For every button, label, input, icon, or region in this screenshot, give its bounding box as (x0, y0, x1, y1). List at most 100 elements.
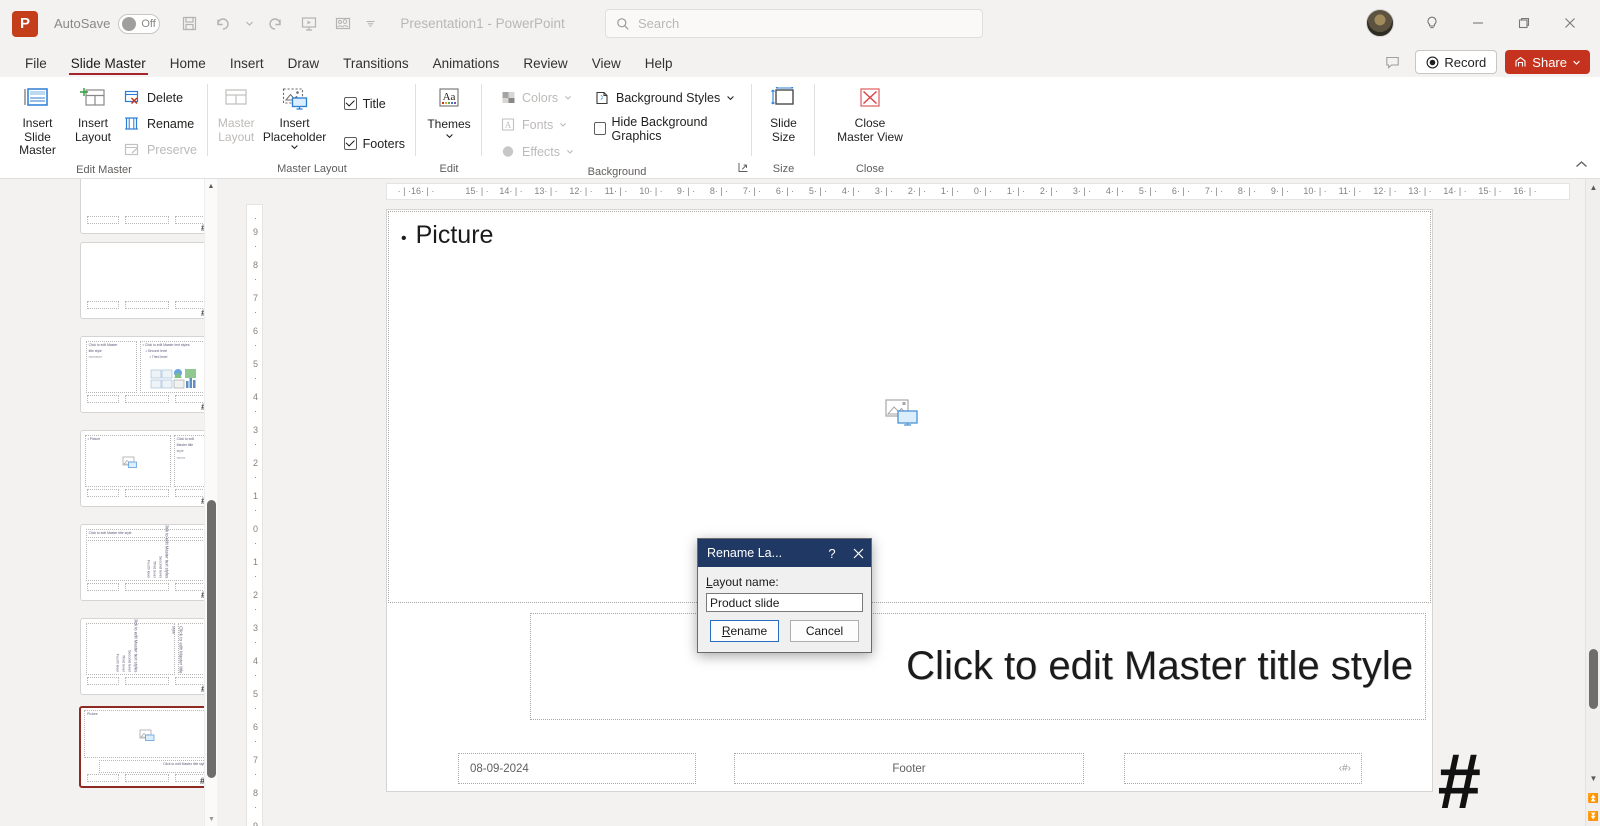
tab-review[interactable]: Review (512, 53, 578, 77)
list-item[interactable]: Picture Click to edit Master title style… (60, 706, 208, 788)
list-item[interactable]: Fourth level Third level Second level Cl… (60, 618, 208, 695)
hide-background-graphics-checkbox[interactable]: Hide Background Graphics (589, 114, 746, 143)
title-placeholder[interactable]: Click to edit Master title style (530, 613, 1426, 720)
autosave-toggle[interactable]: Off (118, 13, 161, 34)
window-controls-area (1366, 6, 1592, 40)
dialog-help-button[interactable]: ? (819, 539, 845, 567)
share-button[interactable]: Share (1505, 50, 1590, 74)
preserve-master-button[interactable]: Preserve (119, 137, 202, 162)
rename-layout-dialog[interactable]: Rename La... ? Layout name: Product slid… (697, 538, 872, 653)
list-item[interactable]: # (60, 179, 208, 234)
scroll-up-arrow[interactable]: ▲ (1586, 179, 1600, 195)
background-styles-button[interactable]: Background Styles (589, 85, 746, 110)
close-master-view-button[interactable]: Close Master View (831, 84, 909, 147)
tab-draw[interactable]: Draw (277, 53, 331, 77)
tab-transitions[interactable]: Transitions (332, 53, 420, 77)
scroll-down-arrow[interactable]: ▼ (1586, 770, 1600, 786)
rename-icon (124, 116, 141, 132)
slide-canvas[interactable]: • Picture Click to edit Master title sty… (386, 209, 1481, 820)
dialog-title-bar: Rename La... ? (698, 539, 871, 567)
layout-thumbnail[interactable]: Click to edit Master title style Fourth … (79, 524, 208, 601)
redo-icon[interactable] (260, 10, 290, 38)
minimize-button[interactable] (1456, 6, 1500, 40)
customize-qat-icon[interactable] (362, 10, 378, 38)
start-presentation-icon[interactable] (294, 10, 324, 38)
content-placeholder-text: Picture (415, 221, 494, 249)
footers-checkbox-label: Footers (362, 136, 405, 151)
dialog-actions: Rename Cancel (706, 620, 863, 644)
content-placeholder[interactable]: • Picture (388, 211, 1431, 603)
list-item[interactable]: • Picture Click to edit Master title styl… (60, 430, 208, 507)
date-placeholder[interactable]: 08-09-2024 (458, 753, 696, 784)
slide-number-placeholder[interactable]: ‹#› (1124, 753, 1362, 784)
scroll-down-arrow[interactable]: ▼ (205, 812, 217, 826)
tab-slide-master[interactable]: Slide Master (60, 53, 157, 77)
canvas-scrollbar[interactable]: ▲ ▼ ⏫ ⏬ (1585, 179, 1600, 826)
hide-background-graphics-label: Hide Background Graphics (611, 114, 708, 143)
tab-file[interactable]: File (14, 53, 58, 77)
colors-button[interactable]: Colors (496, 85, 579, 110)
footer-placeholder[interactable]: Footer (734, 753, 1084, 784)
save-icon[interactable] (174, 10, 204, 38)
rename-button[interactable]: Rename (710, 620, 779, 642)
collapse-ribbon-button[interactable] (1575, 158, 1588, 172)
close-button[interactable] (1548, 6, 1592, 40)
tab-help[interactable]: Help (634, 53, 684, 77)
layout-thumbnail[interactable]: • Picture Click to edit Master title styl… (79, 430, 208, 507)
avatar[interactable] (1366, 9, 1394, 37)
layout-thumbnail-selected[interactable]: Picture Click to edit Master title style… (79, 706, 208, 788)
thumbnail-pane-scrollbar[interactable]: ▲ ▼ (204, 179, 217, 826)
effects-button[interactable]: Effects (496, 139, 579, 164)
insert-placeholder-button[interactable]: Insert Placeholder (260, 84, 328, 154)
tab-animations[interactable]: Animations (422, 53, 511, 77)
search-box[interactable]: Search (605, 9, 983, 38)
slide-size-button[interactable]: Slide Size (762, 84, 806, 147)
layout-name-input[interactable]: Product slide (706, 593, 863, 612)
layout-thumbnail[interactable]: Fourth level Third level Second level Cl… (79, 618, 208, 695)
picture-placeholder-icon[interactable] (885, 399, 919, 431)
layout-thumbnail[interactable]: # (79, 242, 208, 319)
record-button[interactable]: Record (1415, 50, 1498, 74)
preserve-icon (124, 142, 141, 158)
insert-layout-button[interactable]: Insert Layout (71, 84, 115, 147)
previous-slide-button[interactable]: ⏫ (1586, 790, 1600, 806)
svg-text:Aa: Aa (443, 91, 456, 103)
undo-dropdown-icon[interactable] (242, 10, 256, 38)
scroll-up-arrow[interactable]: ▲ (205, 179, 217, 193)
present-in-teams-icon[interactable] (328, 10, 358, 38)
rename-layout-button[interactable]: Rename (119, 111, 202, 136)
insert-slide-master-button[interactable]: Insert Slide Master (6, 84, 69, 161)
master-layout-button[interactable]: Master Layout (214, 84, 258, 147)
quick-access-toolbar (174, 10, 378, 38)
tab-insert[interactable]: Insert (219, 53, 275, 77)
footers-checkbox[interactable]: Footers (339, 131, 410, 156)
list-item[interactable]: Click to edit Master title style ▪▪▪▪▪▪▪▪… (60, 336, 208, 413)
lightbulb-icon[interactable] (1410, 6, 1454, 40)
fonts-button[interactable]: A Fonts (496, 112, 579, 137)
background-dialog-launcher[interactable] (738, 162, 749, 176)
background-styles-label: Background Styles (615, 90, 721, 105)
layout-name-label-rest: ayout name: (712, 575, 779, 589)
delete-layout-button[interactable]: Delete (119, 85, 202, 110)
dialog-close-button[interactable] (845, 539, 871, 567)
tab-view[interactable]: View (581, 53, 632, 77)
next-slide-button[interactable]: ⏬ (1586, 808, 1600, 824)
layout-thumbnail[interactable]: # (79, 179, 208, 234)
slide-thumbnail-pane[interactable]: # # Click to edit Mastertitle style ▪▪▪▪… (0, 179, 217, 826)
tab-home[interactable]: Home (159, 53, 217, 77)
list-item[interactable]: Click to edit Master title style Fourth … (60, 524, 208, 601)
layout-name-label-accel: L (706, 575, 713, 589)
cancel-button[interactable]: Cancel (790, 620, 859, 642)
comments-icon[interactable] (1377, 50, 1407, 74)
title-checkbox[interactable]: Title (339, 91, 410, 116)
title-bar: P AutoSave Off Presentation1 - PowerPoin… (0, 0, 1600, 47)
svg-text:A: A (505, 120, 512, 130)
undo-icon[interactable] (208, 10, 238, 38)
delete-icon (124, 90, 141, 106)
themes-button[interactable]: Aa Themes (422, 84, 476, 143)
scrollbar-thumb[interactable] (1589, 649, 1598, 709)
layout-thumbnail[interactable]: Click to edit Master title style ▪▪▪▪▪▪▪▪… (79, 336, 208, 413)
list-item[interactable]: # (60, 242, 208, 319)
restore-button[interactable] (1502, 6, 1546, 40)
scrollbar-thumb[interactable] (207, 500, 216, 778)
